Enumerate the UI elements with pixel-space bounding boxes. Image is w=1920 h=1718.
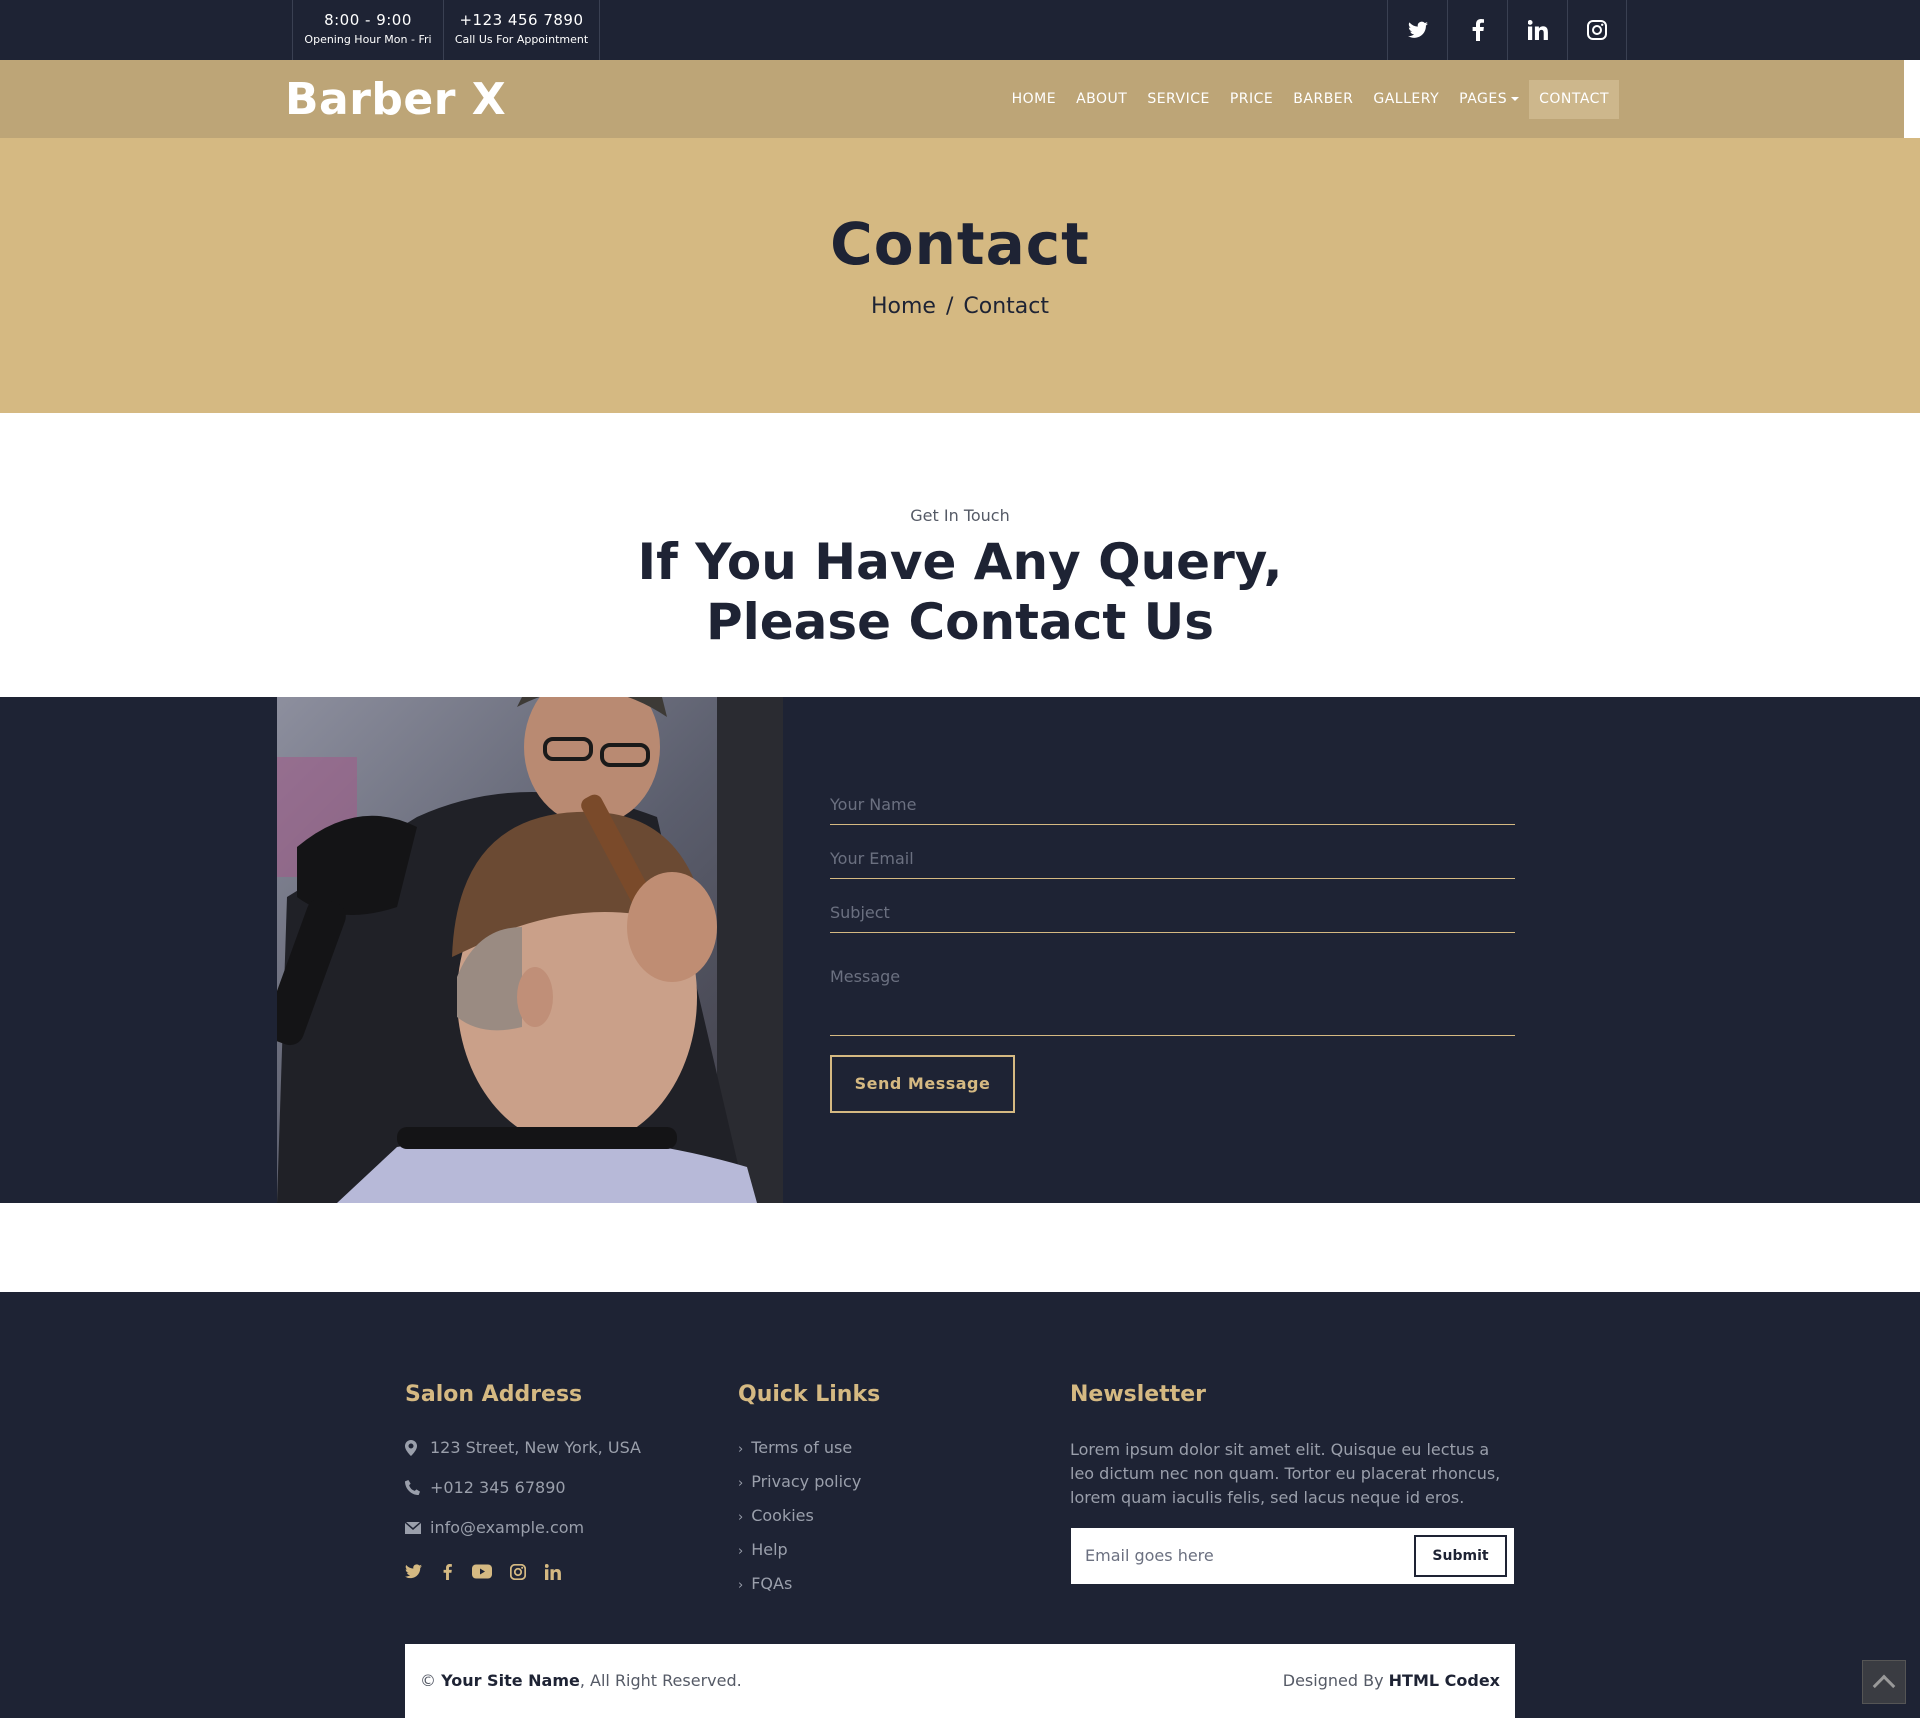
email-field[interactable]: Your Email <box>830 849 1515 879</box>
facebook-icon[interactable] <box>1447 0 1507 60</box>
nav-item-home[interactable]: HOME <box>1002 80 1066 119</box>
designer-link[interactable]: HTML Codex <box>1389 1671 1500 1690</box>
name-field[interactable]: Your Name <box>830 795 1515 825</box>
quick-link-label: Privacy policy <box>751 1472 862 1491</box>
top-bar: 8:00 - 9:00 Opening Hour Mon - Fri +123 … <box>0 0 1920 60</box>
linkedin-icon[interactable] <box>544 1564 561 1584</box>
quick-link-label: Cookies <box>751 1506 814 1525</box>
instagram-icon[interactable] <box>1567 0 1627 60</box>
quick-link-faqs[interactable]: › FQAs <box>738 1574 792 1593</box>
designer-credit: Designed By HTML Codex <box>1283 1671 1500 1690</box>
nav-item-price[interactable]: PRICE <box>1220 80 1283 119</box>
contact-section: Your Name Your Email Subject Message Sen… <box>0 697 1920 1203</box>
copyright-suffix: , All Right Reserved. <box>579 1671 742 1690</box>
nav-item-about[interactable]: ABOUT <box>1066 80 1137 119</box>
copyright-bar: © Your Site Name, All Right Reserved. De… <box>405 1644 1515 1718</box>
newsletter-heading: Newsletter <box>1070 1382 1207 1407</box>
footer: Salon Address 123 Street, New York, USA … <box>0 1292 1920 1718</box>
barber-photo <box>277 697 783 1203</box>
footer-address-heading: Salon Address <box>405 1382 583 1407</box>
chevron-right-icon: › <box>738 1578 744 1593</box>
footer-phone: +012 345 67890 <box>430 1478 566 1497</box>
nav-item-pages[interactable]: PAGES <box>1449 80 1529 119</box>
designed-by-label: Designed By <box>1282 1671 1384 1690</box>
section-title-line1: If You Have Any Query, <box>637 533 1283 591</box>
quick-link-label: Terms of use <box>751 1438 853 1457</box>
breadcrumb-current: Contact <box>963 294 1049 319</box>
opening-hours: 8:00 - 9:00 Opening Hour Mon - Fri <box>292 0 444 60</box>
breadcrumb-separator: / <box>945 294 954 319</box>
subject-field[interactable]: Subject <box>830 903 1515 933</box>
quick-link-terms[interactable]: › Terms of use <box>738 1438 852 1457</box>
main-navbar: Barber X HOME ABOUT SERVICE PRICE BARBER… <box>0 60 1904 138</box>
linkedin-icon[interactable] <box>1507 0 1567 60</box>
page-title: Contact <box>830 210 1090 278</box>
footer-email[interactable]: info@example.com <box>430 1518 584 1537</box>
quick-link-label: Help <box>751 1540 788 1559</box>
send-message-button[interactable]: Send Message <box>830 1055 1015 1113</box>
nav-item-service[interactable]: SERVICE <box>1137 80 1220 119</box>
newsletter-text: Lorem ipsum dolor sit amet elit. Quisque… <box>1070 1440 1501 1507</box>
phone-number: +123 456 7890 <box>459 11 584 29</box>
phone-info: +123 456 7890 Call Us For Appointment <box>443 0 600 60</box>
message-field[interactable]: Message <box>830 967 1515 1036</box>
quick-link-cookies[interactable]: › Cookies <box>738 1506 814 1525</box>
quick-link-privacy[interactable]: › Privacy policy <box>738 1472 861 1491</box>
copyright-symbol: © <box>420 1671 436 1690</box>
chevron-right-icon: › <box>738 1544 744 1559</box>
page-header: Contact Home / Contact <box>0 138 1920 413</box>
chevron-right-icon: › <box>738 1442 744 1457</box>
twitter-icon[interactable] <box>405 1564 422 1583</box>
quick-links-heading: Quick Links <box>738 1382 881 1407</box>
section-title: If You Have Any Query, Please Contact Us <box>0 532 1920 652</box>
envelope-icon <box>404 1521 422 1538</box>
copyright-text: © Your Site Name, All Right Reserved. <box>420 1671 742 1690</box>
chevron-right-icon: › <box>738 1476 744 1491</box>
newsletter-email-input[interactable]: Email goes here <box>1085 1546 1214 1565</box>
section-subtitle: Get In Touch <box>910 506 1010 525</box>
chevron-up-icon <box>1872 1674 1896 1698</box>
facebook-icon[interactable] <box>443 1564 452 1584</box>
youtube-icon[interactable] <box>472 1564 492 1583</box>
site-name-link[interactable]: Your Site Name <box>441 1671 580 1690</box>
site-logo[interactable]: Barber X <box>285 74 506 125</box>
section-title-line2: Please Contact Us <box>705 593 1215 651</box>
nav-item-pages-label: PAGES <box>1459 91 1508 107</box>
twitter-icon[interactable] <box>1387 0 1447 60</box>
breadcrumb: Home / Contact <box>0 294 1920 319</box>
nav-item-contact[interactable]: CONTACT <box>1529 80 1619 119</box>
map-marker-icon <box>405 1440 417 1460</box>
nav-item-barber[interactable]: BARBER <box>1283 80 1363 119</box>
opening-hours-time: 8:00 - 9:00 <box>324 11 412 29</box>
instagram-icon[interactable] <box>509 1563 527 1584</box>
quick-link-help[interactable]: › Help <box>738 1540 788 1559</box>
breadcrumb-home[interactable]: Home <box>871 294 936 319</box>
quick-link-label: FQAs <box>751 1574 793 1593</box>
footer-street: 123 Street, New York, USA <box>430 1438 641 1457</box>
nav-menu: HOME ABOUT SERVICE PRICE BARBER GALLERY … <box>1002 80 1619 119</box>
phone-icon <box>405 1480 420 1499</box>
opening-hours-label: Opening Hour Mon - Fri <box>304 33 432 46</box>
caret-down-icon <box>1511 97 1520 101</box>
back-to-top-button[interactable] <box>1862 1660 1906 1704</box>
newsletter-form: Email goes here Submit <box>1071 1528 1514 1584</box>
chevron-right-icon: › <box>738 1510 744 1525</box>
phone-label: Call Us For Appointment <box>454 33 589 46</box>
nav-item-gallery[interactable]: GALLERY <box>1363 80 1449 119</box>
newsletter-submit-button[interactable]: Submit <box>1414 1535 1507 1577</box>
